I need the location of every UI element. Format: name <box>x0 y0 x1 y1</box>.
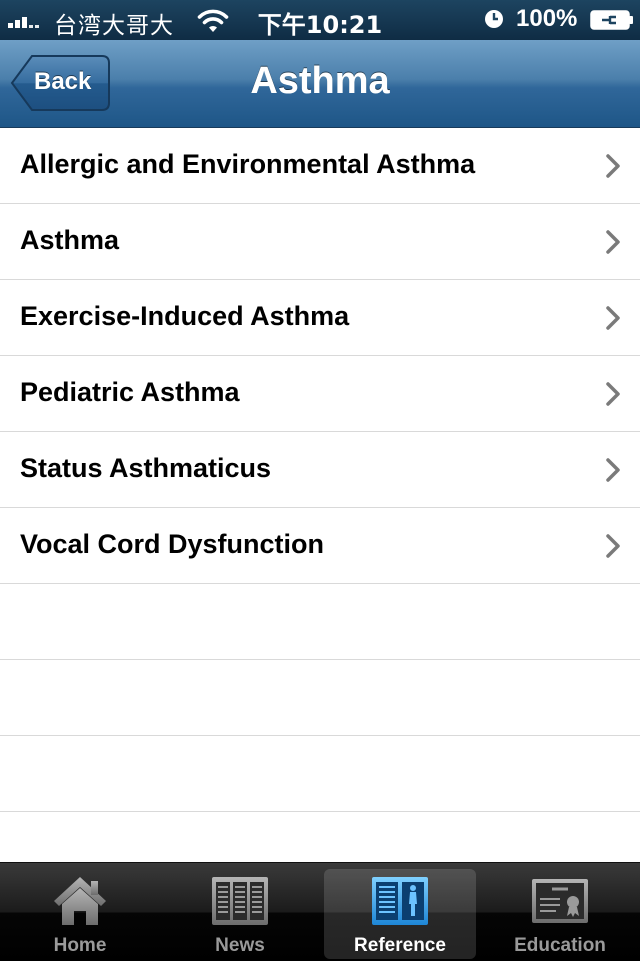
list-item[interactable]: Status Asthmaticus <box>0 432 640 508</box>
chevron-right-icon <box>606 306 620 330</box>
list-item[interactable]: Asthma <box>0 204 640 280</box>
list-item-label: Vocal Cord Dysfunction <box>20 529 325 559</box>
chevron-right-icon <box>606 154 620 178</box>
status-bar: 台湾大哥大 下午10:21 100% <box>0 0 640 40</box>
tab-bar: Home News Reference Education <box>0 862 640 961</box>
list-item[interactable]: Allergic and Environmental Asthma <box>0 128 640 204</box>
house-icon <box>54 877 106 925</box>
newspaper-icon <box>212 877 268 925</box>
chevron-right-icon <box>606 230 620 254</box>
chevron-right-icon <box>606 382 620 406</box>
tab-home[interactable]: Home <box>0 863 160 961</box>
navigation-bar: Back Asthma <box>0 40 640 128</box>
tab-reference-label: Reference <box>354 935 446 956</box>
battery-percent: 100% <box>516 5 578 32</box>
tab-home-label: Home <box>53 935 107 956</box>
list-item[interactable]: Pediatric Asthma <box>0 356 640 432</box>
list-item-label: Status Asthmaticus <box>20 453 272 483</box>
tab-news-label: News <box>215 935 265 956</box>
page-title: Asthma <box>250 60 390 102</box>
empty-row <box>0 736 640 812</box>
tab-education-label: Education <box>514 935 606 956</box>
back-button-label: Back <box>34 68 92 95</box>
chevron-right-icon <box>606 458 620 482</box>
list-item[interactable]: Exercise-Induced Asthma <box>0 280 640 356</box>
battery-charging-icon <box>590 10 633 30</box>
list-item-label: Allergic and Environmental Asthma <box>20 149 476 179</box>
list-item-label: Pediatric Asthma <box>20 377 240 407</box>
topic-list: Allergic and Environmental Asthma Asthma… <box>0 128 640 888</box>
chevron-right-icon <box>606 534 620 558</box>
list-item-label: Asthma <box>20 225 120 255</box>
tab-education[interactable]: Education <box>480 863 640 961</box>
list-item[interactable]: Vocal Cord Dysfunction <box>0 508 640 584</box>
list-item-label: Exercise-Induced Asthma <box>20 301 350 331</box>
book-icon <box>372 877 428 925</box>
tab-news[interactable]: News <box>160 863 320 961</box>
clock-lock-icon <box>485 10 503 28</box>
empty-row <box>0 584 640 660</box>
back-button[interactable]: Back <box>10 54 110 112</box>
empty-row <box>0 660 640 736</box>
certificate-icon <box>532 879 588 923</box>
tab-reference[interactable]: Reference <box>320 863 480 961</box>
